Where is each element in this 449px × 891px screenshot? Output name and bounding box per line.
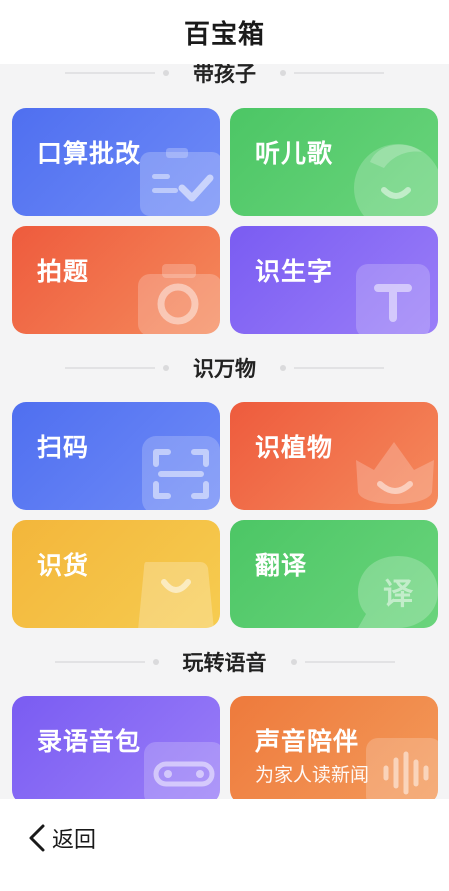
child-face-icon: [354, 144, 438, 216]
back-label: 返回: [52, 828, 97, 853]
card-fanyi[interactable]: 翻译 译: [230, 520, 438, 628]
section-header-recognize: 识万物: [0, 353, 449, 383]
section-header-kids: 带孩子: [0, 64, 449, 88]
card-title: 识货: [37, 551, 90, 580]
divider-line: [294, 367, 384, 369]
scan-icon: [142, 436, 220, 510]
card-title: 识生字: [255, 257, 334, 286]
page-title: 百宝箱: [183, 19, 265, 50]
card-title: 拍题: [37, 257, 90, 286]
section-header-voice: 玩转语音: [0, 647, 449, 677]
shopping-bag-icon: [138, 562, 214, 628]
card-tinger[interactable]: 听儿歌: [230, 108, 438, 216]
divider-line: [294, 72, 384, 74]
card-title: 听儿歌: [255, 139, 334, 168]
divider-line: [65, 72, 155, 74]
translate-bubble-icon: 译: [358, 556, 438, 628]
divider-line: [54, 661, 145, 663]
card-shihuo[interactable]: 识货: [12, 520, 220, 628]
card-saoma[interactable]: 扫码: [12, 402, 220, 510]
card-paiti[interactable]: 拍题: [12, 226, 220, 334]
divider-dot: [152, 659, 159, 665]
card-peiban[interactable]: 声音陪伴 为家人读新闻: [230, 696, 438, 799]
page-header: 百宝箱: [0, 0, 449, 64]
section-label: 玩转语音: [182, 651, 267, 675]
chevron-left-icon: [29, 824, 45, 852]
card-title: 扫码: [37, 433, 90, 462]
letter-t-icon: [356, 264, 430, 334]
card-shizi[interactable]: 识生字: [230, 226, 438, 334]
card-title: 口算批改: [37, 139, 142, 168]
svg-text:译: 译: [383, 577, 414, 612]
divider-dot: [163, 70, 169, 76]
camera-icon: [138, 264, 220, 334]
card-zhiwu[interactable]: 识植物: [230, 402, 438, 510]
card-luyin[interactable]: 录语音包: [12, 696, 220, 799]
card-title: 声音陪伴: [255, 727, 360, 756]
sound-wave-icon: [366, 738, 438, 799]
homework-check-icon: [140, 148, 220, 216]
toolbox-scroll-area[interactable]: 带孩子 口算批改 听儿歌 拍题 识生字 识万物 扫码 识植物 识货 翻译 译 玩…: [0, 64, 449, 799]
divider-dot: [163, 365, 169, 371]
divider-dot: [280, 70, 286, 76]
divider-line: [304, 661, 395, 663]
divider-dot: [280, 365, 286, 371]
divider-line: [65, 367, 155, 369]
card-title: 录语音包: [37, 727, 142, 756]
section-label: 带孩子: [193, 64, 256, 86]
divider-dot: [290, 659, 297, 665]
card-kousuan[interactable]: 口算批改: [12, 108, 220, 216]
flower-icon: [356, 442, 434, 504]
back-button[interactable]: 返回: [26, 821, 96, 855]
card-title: 翻译: [255, 551, 308, 580]
section-label: 识万物: [193, 357, 256, 381]
card-title: 识植物: [255, 433, 334, 462]
cassette-icon: [144, 742, 220, 799]
bottom-bar: 返回: [0, 799, 449, 891]
card-subtitle: 为家人读新闻: [255, 764, 370, 786]
